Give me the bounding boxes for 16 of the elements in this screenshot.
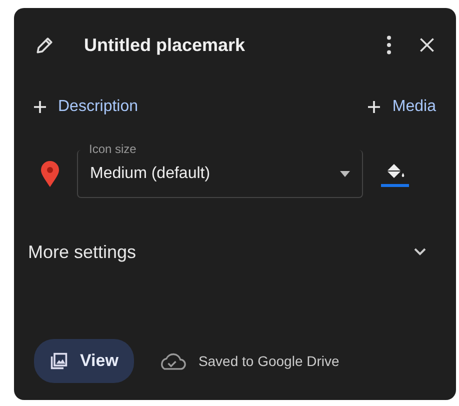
plus-icon (368, 101, 380, 113)
fill-color-button[interactable] (381, 161, 409, 187)
view-button[interactable]: View (34, 339, 134, 383)
placemark-title[interactable]: Untitled placemark (84, 34, 386, 56)
close-icon[interactable] (418, 36, 436, 54)
more-settings-toggle[interactable]: More settings (28, 222, 436, 282)
add-button[interactable]: Description (34, 94, 138, 120)
image-icon (50, 352, 68, 370)
plus-icon (34, 101, 46, 113)
more-options-icon[interactable] (386, 35, 392, 55)
map-pin-icon[interactable] (40, 160, 60, 188)
color-swatch (381, 184, 409, 187)
add-button[interactable]: Media (368, 94, 436, 120)
caret-icon (340, 170, 350, 176)
cloud-check-icon (158, 352, 186, 370)
save-status: Saved to Google Drive (198, 353, 340, 369)
